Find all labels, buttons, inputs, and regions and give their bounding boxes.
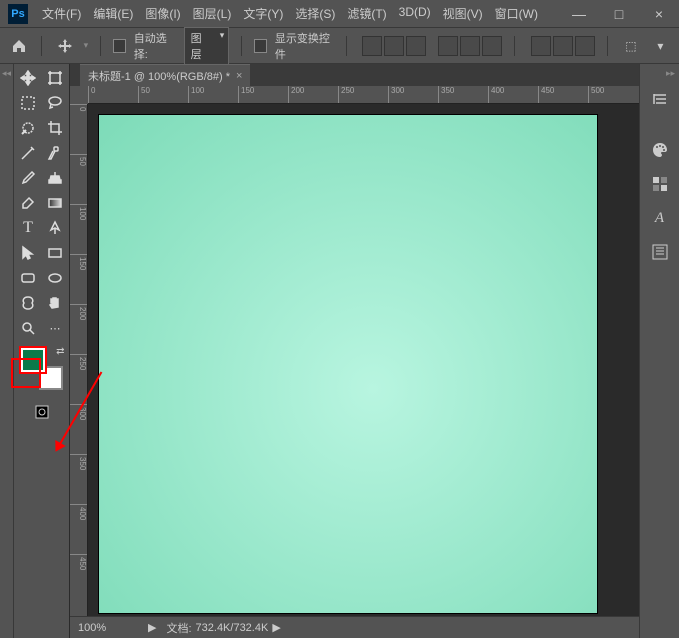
move-tool-icon[interactable] xyxy=(54,34,75,58)
more-options-icon[interactable]: ▾ xyxy=(650,34,671,58)
ruler-tick: 450 xyxy=(70,554,87,604)
ruler-tick: 500 xyxy=(588,86,638,103)
menu-select[interactable]: 选择(S) xyxy=(289,5,341,22)
pen-tool[interactable] xyxy=(42,216,68,240)
window-maximize[interactable]: □ xyxy=(599,0,639,28)
show-transform-label: 显示变换控件 xyxy=(275,30,334,62)
auto-select-label: 自动选择: xyxy=(134,30,176,62)
distribute-top-icon[interactable] xyxy=(531,36,551,56)
align-top-icon[interactable] xyxy=(362,36,382,56)
align-right-icon[interactable] xyxy=(482,36,502,56)
horizontal-ruler[interactable]: 0 50 100 150 200 250 300 350 400 450 500 xyxy=(88,86,639,104)
ruler-tick: 0 xyxy=(70,104,87,154)
window-close[interactable]: × xyxy=(639,0,679,28)
gradient-tool[interactable] xyxy=(42,191,68,215)
menu-window[interactable]: 窗口(W) xyxy=(489,5,544,22)
foreground-color-swatch[interactable] xyxy=(21,348,45,372)
marquee-tool[interactable] xyxy=(15,91,41,115)
ruler-tick: 250 xyxy=(70,354,87,404)
character-panel-icon[interactable]: A xyxy=(646,204,674,232)
path-select-tool[interactable] xyxy=(15,241,41,265)
tab-title: 未标题-1 @ 100%(RGB/8#) * xyxy=(88,68,230,84)
app-logo: Ps xyxy=(8,4,28,24)
ruler-tick: 350 xyxy=(438,86,488,103)
brush-tool[interactable] xyxy=(15,166,41,190)
crop-tool[interactable] xyxy=(42,116,68,140)
ruler-tick: 400 xyxy=(488,86,538,103)
custom-shape-tool[interactable] xyxy=(15,291,41,315)
menu-file[interactable]: 文件(F) xyxy=(36,5,87,22)
ruler-tick: 450 xyxy=(538,86,588,103)
doc-size-label: 文档: xyxy=(166,620,191,636)
ruler-tick: 200 xyxy=(70,304,87,354)
rectangle-tool[interactable] xyxy=(42,241,68,265)
window-minimize[interactable]: — xyxy=(559,0,599,28)
healing-brush-tool[interactable] xyxy=(42,141,68,165)
menu-3d[interactable]: 3D(D) xyxy=(393,5,437,22)
ruler-tick: 50 xyxy=(138,86,188,103)
tab-close-icon[interactable]: × xyxy=(236,70,242,82)
align-left-icon[interactable] xyxy=(438,36,458,56)
zoom-level[interactable]: 100% xyxy=(78,622,138,634)
ruler-tick: 250 xyxy=(338,86,388,103)
ruler-tick: 300 xyxy=(388,86,438,103)
move-tool[interactable] xyxy=(15,66,41,90)
distribute-vcenter-icon[interactable] xyxy=(553,36,573,56)
rounded-rect-tool[interactable] xyxy=(15,266,41,290)
swatches-panel-icon[interactable] xyxy=(646,170,674,198)
toolbox: T ⋯ ⇄ xyxy=(14,64,70,638)
menu-image[interactable]: 图像(I) xyxy=(139,5,186,22)
home-icon[interactable] xyxy=(8,34,29,58)
zoom-tool[interactable] xyxy=(15,316,41,340)
swap-colors-icon[interactable]: ⇄ xyxy=(56,346,64,357)
quick-select-tool[interactable] xyxy=(15,116,41,140)
color-swatches: ⇄ xyxy=(21,348,63,390)
menu-type[interactable]: 文字(Y) xyxy=(237,5,289,22)
status-dropdown-icon[interactable]: ▶ xyxy=(272,621,280,634)
ellipse-tool[interactable] xyxy=(42,266,68,290)
canvas[interactable] xyxy=(98,114,598,614)
ruler-tick: 0 xyxy=(88,86,138,103)
history-panel-icon[interactable] xyxy=(646,86,674,114)
clone-stamp-tool[interactable] xyxy=(42,166,68,190)
menu-filter[interactable]: 滤镜(T) xyxy=(341,5,392,22)
align-bottom-icon[interactable] xyxy=(406,36,426,56)
lasso-tool[interactable] xyxy=(42,91,68,115)
status-expand-icon[interactable]: ▶ xyxy=(148,621,156,634)
ruler-tick: 100 xyxy=(70,204,87,254)
artboard-tool[interactable] xyxy=(42,66,68,90)
ruler-tick: 200 xyxy=(288,86,338,103)
menu-view[interactable]: 视图(V) xyxy=(437,5,489,22)
auto-select-checkbox[interactable] xyxy=(113,39,126,53)
type-tool[interactable]: T xyxy=(15,216,41,240)
ruler-origin[interactable] xyxy=(70,86,88,104)
quick-mask-tool[interactable] xyxy=(29,400,55,424)
vertical-ruler[interactable]: 0 50 100 150 200 250 300 350 400 450 xyxy=(70,104,88,616)
ruler-tick: 100 xyxy=(188,86,238,103)
eraser-tool[interactable] xyxy=(15,191,41,215)
menu-layer[interactable]: 图层(L) xyxy=(187,5,238,22)
paragraph-panel-icon[interactable] xyxy=(646,238,674,266)
show-transform-checkbox[interactable] xyxy=(254,39,267,53)
document-tab[interactable]: 未标题-1 @ 100%(RGB/8#) * × xyxy=(80,64,250,87)
color-panel-icon[interactable] xyxy=(646,136,674,164)
doc-size-value: 732.4K/732.4K xyxy=(196,622,269,634)
ruler-tick: 150 xyxy=(238,86,288,103)
left-panel-collapse[interactable]: ◂◂ xyxy=(0,64,14,638)
align-vcenter-icon[interactable] xyxy=(384,36,404,56)
hand-tool[interactable] xyxy=(42,291,68,315)
3d-mode-icon[interactable]: ⬚ xyxy=(620,34,641,58)
distribute-bottom-icon[interactable] xyxy=(575,36,595,56)
main-menu: 文件(F) 编辑(E) 图像(I) 图层(L) 文字(Y) 选择(S) 滤镜(T… xyxy=(36,5,544,22)
right-panel-collapse[interactable]: ▸▸ xyxy=(666,68,679,80)
ruler-tick: 400 xyxy=(70,504,87,554)
eyedropper-tool[interactable] xyxy=(15,141,41,165)
ruler-tick: 350 xyxy=(70,454,87,504)
menu-edit[interactable]: 编辑(E) xyxy=(87,5,139,22)
ruler-tick: 50 xyxy=(70,154,87,204)
auto-select-dropdown[interactable]: 图层 xyxy=(184,27,230,65)
align-hcenter-icon[interactable] xyxy=(460,36,480,56)
ruler-tick: 150 xyxy=(70,254,87,304)
edit-toolbar-tool[interactable]: ⋯ xyxy=(42,316,68,340)
